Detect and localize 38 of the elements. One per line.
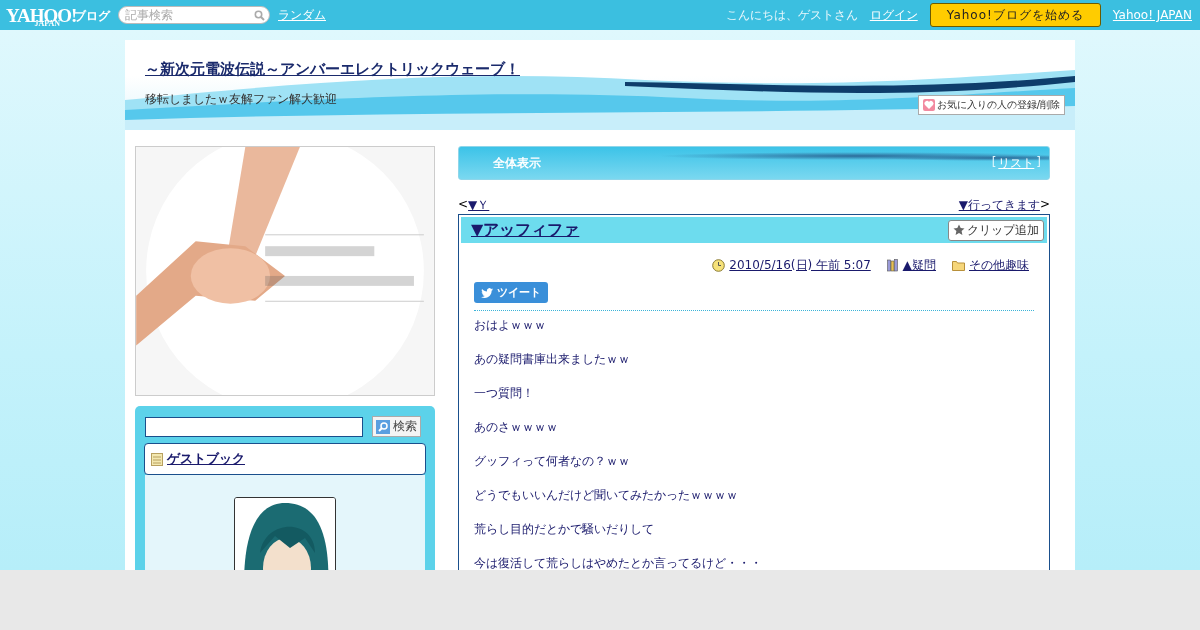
section-title: 全体表示 — [493, 154, 541, 172]
greeting-text: こんにちは、ゲストさん — [725, 6, 858, 24]
next-post-link[interactable]: ▼行ってきます — [958, 197, 1040, 214]
post-paragraph: グッフィって何者なの？ｗｗ — [474, 453, 631, 470]
search-icon — [376, 419, 390, 434]
books-icon — [886, 259, 899, 272]
prev-mark: < — [458, 197, 469, 213]
next-mark: > — [1039, 197, 1050, 213]
category-link[interactable]: ▲疑問 — [902, 257, 936, 274]
search-field[interactable]: 記事検索 — [118, 6, 270, 24]
folder-link[interactable]: その他趣味 — [969, 257, 1029, 274]
search-button[interactable]: 検索 — [372, 416, 421, 437]
post-paragraph: 一つ質問！ — [474, 385, 535, 402]
folder-icon — [952, 260, 965, 271]
clip-button[interactable]: クリップ追加 — [948, 219, 1044, 241]
heart-icon — [922, 99, 935, 111]
start-blog-button[interactable]: Yahoo!ブログを始める — [929, 3, 1101, 27]
post-paragraph: 今は復活して荒らしはやめたとか言ってるけど・・・ — [474, 555, 763, 570]
bracket-text: [ — [991, 154, 997, 171]
post-paragraph: あのさｗｗｗｗ — [474, 419, 559, 436]
bird-icon — [481, 287, 493, 298]
post-paragraph: あの疑問書庫出来ましたｗｗ — [474, 351, 631, 368]
guestbook-link[interactable]: ゲストブック — [167, 450, 245, 468]
favorite-button[interactable]: お気に入りの人の登録/削除 — [917, 95, 1065, 115]
notepad-icon — [151, 452, 163, 466]
clock-icon — [712, 259, 726, 272]
post-title-link[interactable]: ▼アッフィファ — [471, 219, 580, 241]
star-icon — [953, 224, 965, 236]
post-date-link[interactable]: 2010/5/16(日) 午前 5:07 — [729, 257, 871, 274]
search-icon — [254, 10, 265, 21]
post-paragraph: 荒らし目的だとかで騒いだりして — [474, 521, 655, 538]
sidebar-search-field[interactable] — [145, 416, 363, 437]
blog-description: 移転しましたｗ友解ファン解大歓迎 — [145, 91, 337, 108]
bracket-text: ] — [1036, 154, 1041, 171]
blog-title-link[interactable]: ～新次元電波伝説～アンバーエレクトリックウェーブ！ — [145, 60, 520, 78]
post-paragraph: どうでもいいんだけど聞いてみたかったｗｗｗｗ — [474, 487, 739, 504]
prev-post-link[interactable]: ▼Ｙ — [468, 197, 490, 214]
post-paragraph: おはよｗｗｗ — [474, 317, 547, 334]
